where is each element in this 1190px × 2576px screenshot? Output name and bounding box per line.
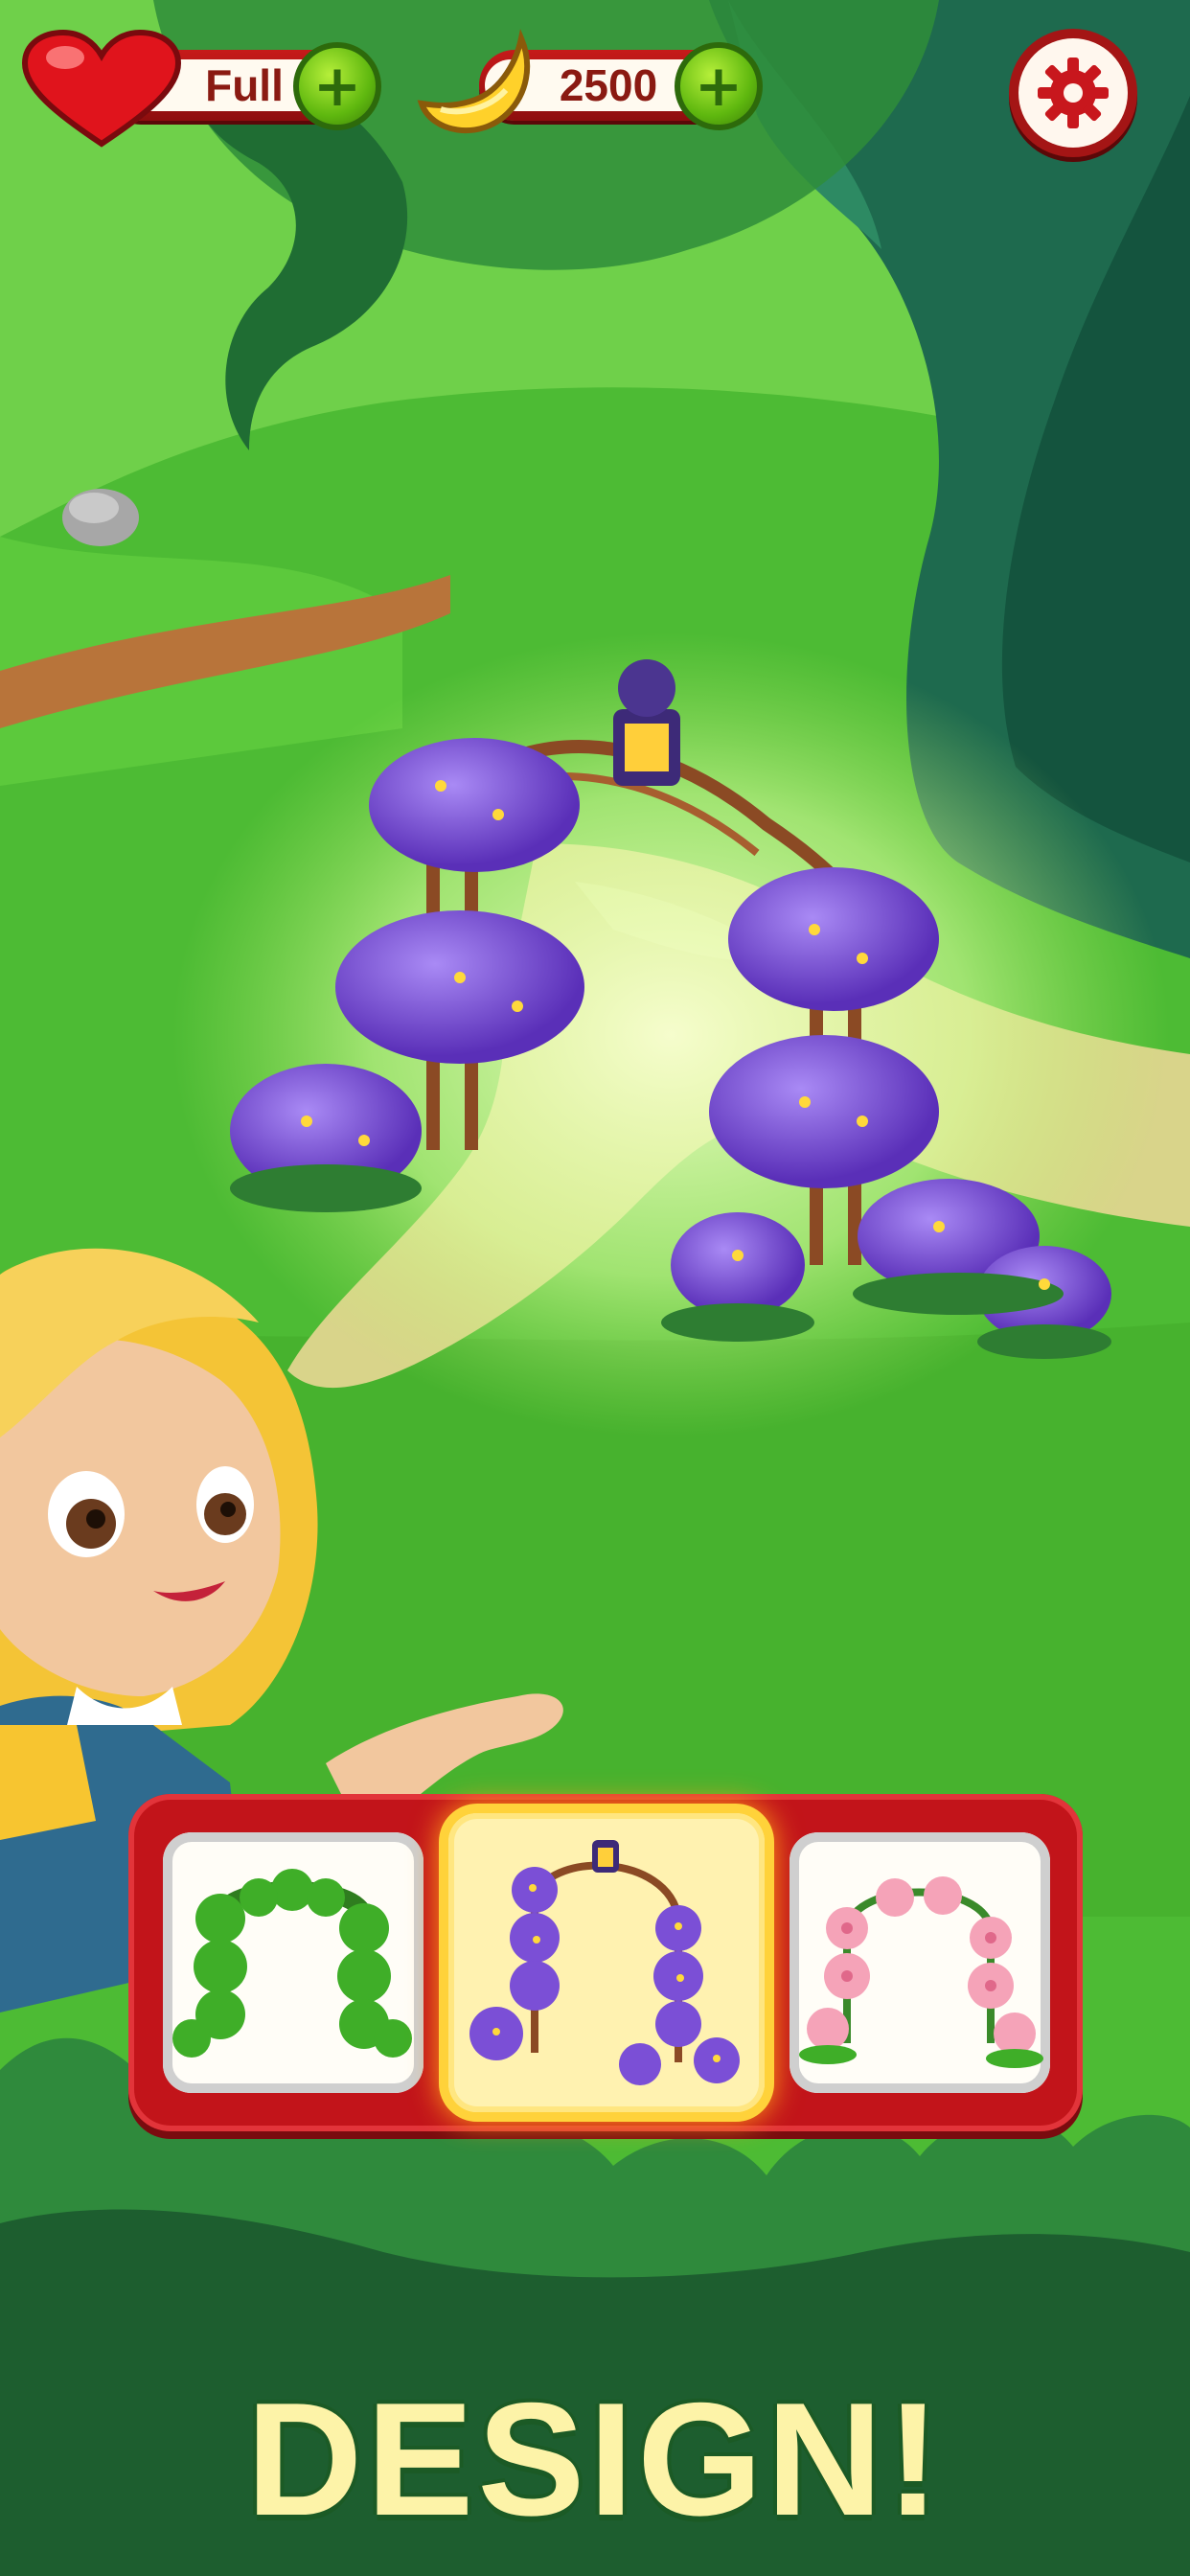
garden-scene xyxy=(0,0,1190,2576)
gear-icon xyxy=(1038,58,1109,128)
plus-icon: + xyxy=(312,53,362,120)
design-option-violet-flowers[interactable] xyxy=(448,1813,765,2112)
violet-flower-arch-thumbnail xyxy=(469,1840,740,2085)
currency-value: 2500 xyxy=(559,60,658,110)
banana-coin-icon xyxy=(417,29,531,134)
plus-icon: + xyxy=(694,53,744,120)
pink-blossom-arch-thumbnail xyxy=(799,1876,1043,2068)
add-lives-button[interactable]: + xyxy=(293,42,381,130)
lives-value: Full xyxy=(205,60,284,110)
green-topiary-arch-thumbnail xyxy=(172,1869,412,2058)
design-title: DESIGN! xyxy=(245,2369,945,2549)
add-currency-button[interactable]: + xyxy=(675,42,763,130)
design-option-green-topiary[interactable] xyxy=(163,1832,423,2093)
design-options-panel xyxy=(128,1794,1083,2131)
design-option-pink-blossoms[interactable] xyxy=(790,1832,1050,2093)
settings-button[interactable] xyxy=(1009,29,1137,157)
heart-icon xyxy=(21,29,182,148)
